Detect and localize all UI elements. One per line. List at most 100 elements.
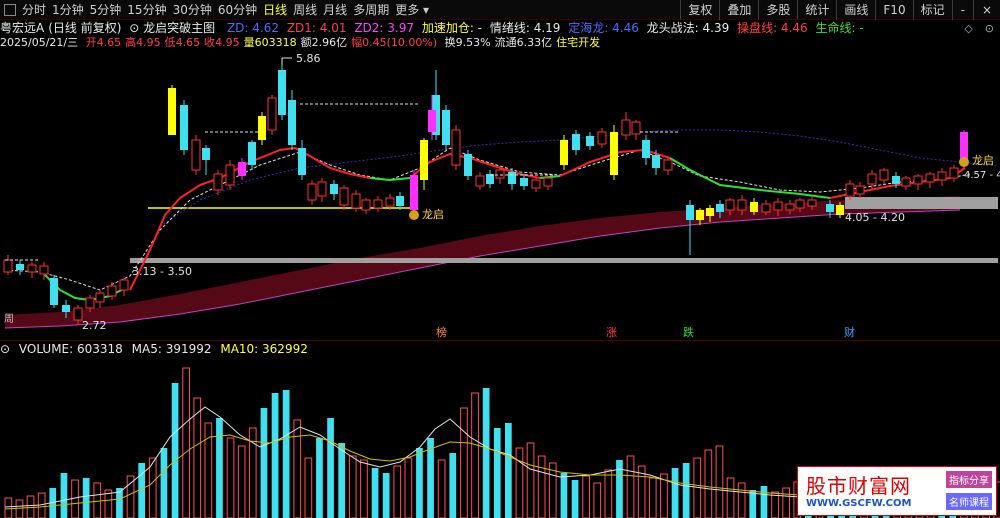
candle-body — [652, 155, 660, 168]
f10-button[interactable]: F10 — [875, 0, 912, 20]
period-tab-fenshi[interactable]: 分时 — [19, 0, 49, 20]
volume-bar — [749, 490, 757, 518]
expand-icon[interactable]: ◇ — [964, 22, 972, 35]
mark-bang[interactable]: 榜 — [436, 325, 447, 339]
longtou-value: 龙头战法: 4.39 — [646, 21, 730, 35]
volume-bar — [193, 397, 202, 518]
draw-line-button[interactable]: 画线 — [836, 0, 875, 20]
bar-info-row: 2025/05/21/三 开4.65 高4.95 低4.65 收4.95 量603318… — [0, 36, 1000, 50]
volume-bar — [526, 442, 535, 518]
candle-body — [107, 285, 117, 297]
watermark-banner[interactable]: 股市财富网 WWW.GSCFW.COM 指标分享 名师课程 — [797, 466, 997, 516]
candle-body — [475, 175, 485, 187]
candle-body — [202, 148, 210, 160]
multi-stock-button[interactable]: 多股 — [758, 0, 797, 20]
close-button[interactable]: × — [972, 0, 1000, 20]
stock-title[interactable]: 粤宏远A — [0, 21, 44, 35]
candle-body — [597, 131, 607, 145]
dinghai-value: 定海龙: 4.46 — [568, 21, 639, 35]
overlay-button[interactable]: 叠加 — [719, 0, 758, 20]
volume-ma10: MA10: 362992 — [220, 342, 308, 356]
fuquan-button[interactable]: 复权 — [680, 0, 719, 20]
volume-bar — [593, 482, 602, 518]
candle-body — [351, 193, 361, 209]
candle-body — [213, 173, 223, 191]
candle-body — [663, 159, 673, 171]
candle-body — [248, 142, 256, 165]
bar-low: 低4.65 — [164, 36, 201, 49]
volume-bar — [782, 487, 790, 518]
mark-die[interactable]: 跌 — [683, 325, 694, 339]
volume-bar — [416, 448, 423, 518]
period-tab-1min[interactable]: 1分钟 — [49, 0, 87, 20]
period-tab-60min[interactable]: 60分钟 — [215, 0, 260, 20]
longqi-label-1: 龙启 — [422, 208, 444, 221]
candle-body — [508, 172, 516, 184]
candle-body — [278, 70, 286, 115]
candle-body — [16, 264, 24, 270]
period-tab-monthly[interactable]: 月线 — [320, 0, 350, 20]
candle-body — [95, 292, 105, 303]
period-tab-15min[interactable]: 15分钟 — [124, 0, 169, 20]
volume-bar — [737, 482, 746, 518]
minimize-button[interactable]: - — [951, 0, 973, 20]
candle-body — [373, 199, 383, 209]
bar-volume: 量603318 — [243, 36, 297, 49]
period-tab-30min[interactable]: 30分钟 — [170, 0, 215, 20]
period-tab-5min[interactable]: 5分钟 — [87, 0, 125, 20]
candle-body — [451, 129, 461, 166]
candle-body — [543, 177, 553, 187]
volume-bar — [271, 393, 279, 518]
volume-bar — [93, 482, 102, 518]
volume-bar — [682, 463, 690, 518]
candle-body — [225, 164, 235, 186]
mark-button[interactable]: 标记 — [912, 0, 952, 20]
main-kline-chart[interactable]: 5.86 2.72 3.13 - 3.50 4.05 - 4.20 4.57 -… — [0, 50, 1000, 340]
indicator-name[interactable]: ⊙ 龙启突破主图 — [129, 21, 219, 35]
volume-bar — [726, 477, 735, 518]
volume-bar — [360, 459, 368, 518]
period-tab-weekly[interactable]: 周线 — [290, 0, 320, 20]
longqi-coin-icon-1 — [409, 210, 419, 220]
candle-body — [826, 204, 834, 212]
candle-body — [572, 134, 580, 150]
volume-value: VOLUME: 603318 — [18, 342, 123, 356]
volume-bar — [704, 449, 713, 518]
candle-body — [610, 132, 618, 175]
candle-body — [39, 265, 49, 275]
candle-body — [168, 88, 176, 135]
statistics-button[interactable]: 统计 — [797, 0, 836, 20]
watermark-badge-share: 指标分享 — [946, 471, 992, 488]
period-tab-daily[interactable]: 日线 — [260, 0, 290, 20]
candle-body — [621, 119, 631, 136]
candle-body — [396, 196, 404, 206]
candle-body — [420, 140, 428, 180]
panel-icons: ◇ ⊙ — [964, 22, 994, 35]
bar-sector[interactable]: 住宅开发 — [556, 36, 600, 49]
mark-cai[interactable]: 财 — [844, 325, 855, 339]
volume-bar — [460, 407, 468, 518]
candle-body — [288, 100, 296, 145]
period-tab-more[interactable]: 更多 ▾ — [392, 0, 432, 20]
volume-bar — [160, 448, 168, 518]
zd1-value: ZD1: 4.01 — [286, 21, 347, 35]
candle-body — [238, 162, 246, 176]
volume-bar — [382, 473, 390, 518]
volume-bar — [626, 455, 635, 518]
volume-bar — [348, 455, 357, 518]
bar-turnover: 换9.53% — [444, 36, 491, 49]
candle-body — [836, 205, 844, 215]
period-tab-multi[interactable]: 多周期 — [350, 0, 392, 20]
volume-ma5: MA5: 391992 — [131, 342, 212, 356]
volume-collapse-icon[interactable]: ⊙ — [0, 342, 10, 356]
toolbar-toggle-icon[interactable] — [4, 4, 16, 16]
settings-icon[interactable]: ⊙ — [985, 22, 994, 35]
volume-bar — [493, 428, 501, 518]
mark-zhang[interactable]: 涨 — [606, 326, 617, 339]
candle-body — [464, 154, 472, 176]
volume-bar — [560, 473, 568, 518]
zd-value: ZD: 4.62 — [226, 21, 279, 35]
volume-bar — [216, 418, 223, 518]
candle-body — [855, 185, 865, 195]
volume-bar — [126, 475, 135, 518]
